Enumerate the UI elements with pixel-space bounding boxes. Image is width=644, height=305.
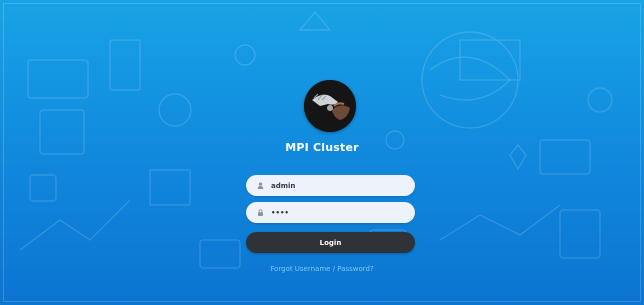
login-page: MPI Cluster admin •••• Login Forgot User… xyxy=(0,0,644,305)
login-button[interactable]: Login xyxy=(246,232,415,253)
app-title: MPI Cluster xyxy=(285,141,359,154)
username-value: admin xyxy=(271,181,296,190)
lock-icon xyxy=(256,209,264,217)
password-field[interactable]: •••• xyxy=(246,202,415,223)
password-value: •••• xyxy=(271,208,289,217)
username-field[interactable]: admin xyxy=(246,175,415,196)
robot-hand-image xyxy=(304,80,356,132)
user-icon xyxy=(256,182,264,190)
login-card: MPI Cluster admin •••• Login Forgot User… xyxy=(0,0,644,305)
avatar xyxy=(304,80,356,132)
forgot-credentials-link[interactable]: Forgot Username / Password? xyxy=(0,265,644,273)
